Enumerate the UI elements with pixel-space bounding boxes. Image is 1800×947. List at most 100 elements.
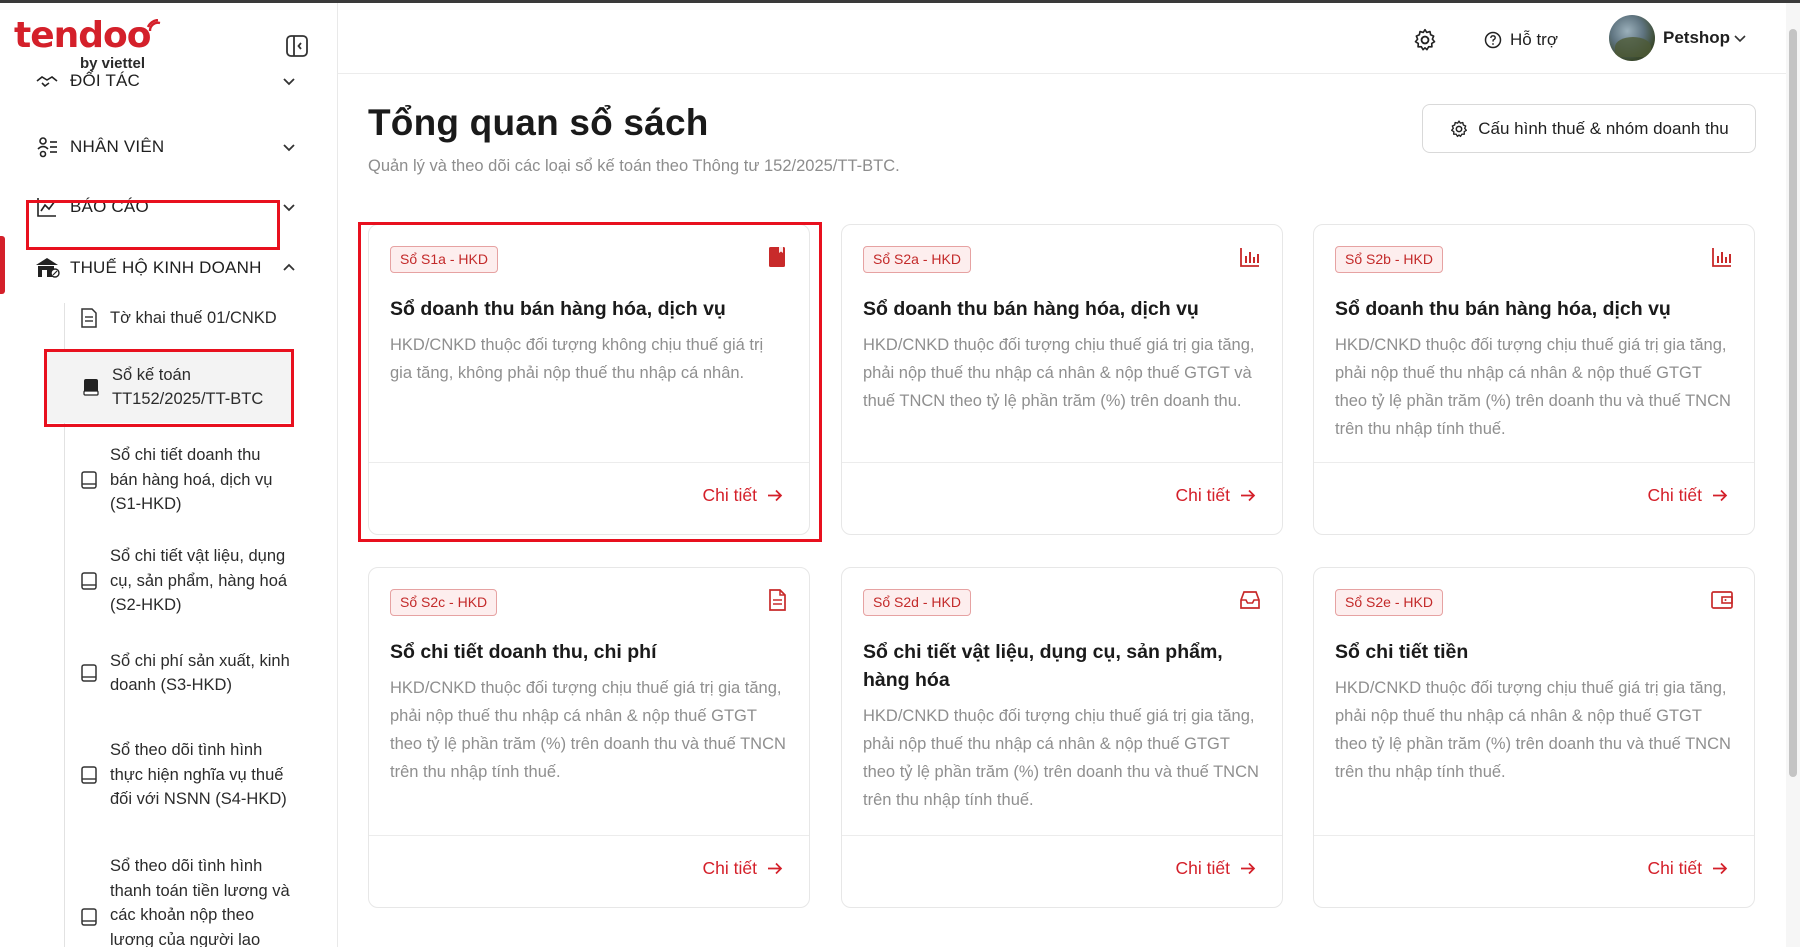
chevron-up-icon xyxy=(283,263,295,271)
sidebar-item-label: Sổ chi tiết vật liệu, dụng cụ, sản phẩm,… xyxy=(110,547,288,615)
card-footer: Chi tiết xyxy=(369,835,809,907)
ledger-card-s2e: Sổ S2e - HKD Sổ chi tiết tiền HKD/CNKD t… xyxy=(1313,567,1755,908)
ledger-card-s2c: Sổ S2c - HKD Sổ chi tiết doanh thu, chi … xyxy=(368,567,810,908)
ledger-badge: Sổ S2b - HKD xyxy=(1335,246,1443,273)
sidebar-group-label: ĐỐI TÁC xyxy=(70,71,141,90)
sidebar-item-label: Tờ khai thuế 01/CNKD xyxy=(110,308,277,327)
sidebar-collapse-icon[interactable] xyxy=(284,33,310,59)
sidebar-item-s2-hkd[interactable]: Sổ chi tiết vật liệu, dụng cụ, sản phẩm,… xyxy=(78,544,308,618)
help-label: Hỗ trợ xyxy=(1510,30,1558,49)
staff-icon xyxy=(34,134,60,160)
ledger-badge: Sổ S2e - HKD xyxy=(1335,589,1443,616)
detail-label: Chi tiết xyxy=(702,858,757,878)
document-icon xyxy=(769,589,786,611)
help-circle-icon xyxy=(1484,31,1502,49)
scrollbar-thumb[interactable] xyxy=(1789,29,1797,777)
book-outline-icon xyxy=(78,570,100,592)
ledger-description: HKD/CNKD thuộc đối tượng chịu thuế giá t… xyxy=(863,336,1255,410)
book-icon xyxy=(80,376,102,398)
ledger-description: HKD/CNKD thuộc đối tượng chịu thuế giá t… xyxy=(1335,679,1731,781)
sidebar-group-label: BÁO CÁO xyxy=(70,197,149,216)
ledger-badge: Sổ S1a - HKD xyxy=(390,246,498,273)
sidebar-group-doi-tac[interactable]: ĐỐI TÁC xyxy=(34,69,304,109)
tax-config-label: Cấu hình thuế & nhóm doanh thu xyxy=(1478,118,1729,138)
detail-label: Chi tiết xyxy=(1175,485,1230,505)
book-outline-icon xyxy=(78,764,100,786)
line-chart-icon xyxy=(34,194,60,220)
book-icon xyxy=(769,247,785,267)
detail-link[interactable]: Chi tiết xyxy=(1648,858,1728,879)
sidebar: tendoo by viettel ĐỐI TÁC NHÂN VIÊN BÁO … xyxy=(0,3,338,947)
sidebar-item-s1-hkd[interactable]: Sổ chi tiết doanh thu bán hàng hoá, dịch… xyxy=(78,443,308,517)
detail-link[interactable]: Chi tiết xyxy=(703,485,783,506)
ledger-title: Sổ chi tiết tiền xyxy=(1335,641,1469,663)
inbox-icon xyxy=(1240,591,1260,609)
card-footer: Chi tiết xyxy=(1314,462,1754,534)
page-title: Tổng quan sổ sách xyxy=(368,102,709,143)
detail-link[interactable]: Chi tiết xyxy=(1176,485,1256,506)
top-header: Hỗ trợ Petshop xyxy=(338,3,1786,74)
user-name: Petshop xyxy=(1663,28,1731,47)
card-footer: Chi tiết xyxy=(1314,835,1754,907)
ledger-title: Sổ doanh thu bán hàng hóa, dịch vụ xyxy=(390,298,726,320)
ledger-title: Sổ chi tiết doanh thu, chi phí xyxy=(390,641,657,663)
handshake-icon xyxy=(34,68,60,94)
sidebar-item-label: Sổ theo dõi tình hình thực hiện nghĩa vụ… xyxy=(110,741,287,809)
tax-config-button[interactable]: Cấu hình thuế & nhóm doanh thu xyxy=(1422,104,1756,153)
arrow-right-icon xyxy=(1713,862,1728,875)
sidebar-item-label: Sổ theo dõi tình hình thanh toán tiền lư… xyxy=(110,857,290,947)
ledger-badge: Sổ S2a - HKD xyxy=(863,246,971,273)
settings-gear-icon xyxy=(1451,119,1468,137)
ledger-title: Sổ chi tiết vật liệu, dụng cụ, sản phẩm,… xyxy=(863,641,1223,691)
page-scrollbar[interactable] xyxy=(1786,3,1800,947)
card-footer: Chi tiết xyxy=(842,835,1282,907)
tax-store-icon xyxy=(34,255,60,281)
detail-label: Chi tiết xyxy=(1175,858,1230,878)
sidebar-item-label: Sổ chi phí sản xuất, kinh doanh (S3-HKD) xyxy=(110,651,290,695)
detail-link[interactable]: Chi tiết xyxy=(1648,485,1728,506)
sidebar-item-s3-hkd[interactable]: Sổ chi phí sản xuất, kinh doanh (S3-HKD) xyxy=(78,648,308,698)
sidebar-item-so-ke-toan[interactable]: Sổ kế toán TT152/2025/TT-BTC xyxy=(44,351,294,423)
chevron-down-icon xyxy=(283,204,295,212)
sidebar-group-label: THUẾ HỘ KINH DOANH xyxy=(70,258,262,277)
ledger-badge: Sổ S2d - HKD xyxy=(863,589,971,616)
sidebar-group-nhan-vien[interactable]: NHÂN VIÊN xyxy=(34,127,304,167)
arrow-right-icon xyxy=(768,489,783,502)
sidebar-item-label: Sổ kế toán TT152/2025/TT-BTC xyxy=(112,365,264,409)
ledger-card-s2d: Sổ S2d - HKD Sổ chi tiết vật liệu, dụng … xyxy=(841,567,1283,908)
chevron-down-icon xyxy=(283,78,295,86)
book-outline-icon xyxy=(78,906,100,928)
sidebar-group-thue-ho-kinh-doanh[interactable]: THUẾ HỘ KINH DOANH xyxy=(34,248,304,288)
sidebar-item-to-khai-thue[interactable]: Tờ khai thuế 01/CNKD xyxy=(78,301,308,335)
ledger-title: Sổ doanh thu bán hàng hóa, dịch vụ xyxy=(863,298,1199,320)
active-indicator xyxy=(0,236,5,294)
book-outline-icon xyxy=(78,662,100,684)
document-icon xyxy=(78,307,100,329)
ledger-title: Sổ doanh thu bán hàng hóa, dịch vụ xyxy=(1335,298,1671,320)
sidebar-item-s5-hkd[interactable]: Sổ theo dõi tình hình thanh toán tiền lư… xyxy=(78,854,308,947)
detail-link[interactable]: Chi tiết xyxy=(1176,858,1256,879)
ledger-description: HKD/CNKD thuộc đối tượng không chịu thuế… xyxy=(390,336,764,382)
sidebar-group-bao-cao[interactable]: BÁO CÁO xyxy=(34,187,304,227)
ledger-card-s1a: Sổ S1a - HKD Sổ doanh thu bán hàng hóa, … xyxy=(368,224,810,535)
settings-gear-icon[interactable] xyxy=(1412,27,1438,53)
ledger-card-s2a: Sổ S2a - HKD Sổ doanh thu bán hàng hóa, … xyxy=(841,224,1283,535)
user-menu[interactable]: Petshop xyxy=(1609,14,1748,62)
wallet-icon xyxy=(1711,591,1733,609)
detail-link[interactable]: Chi tiết xyxy=(703,858,783,879)
ledger-description: HKD/CNKD thuộc đối tượng chịu thuế giá t… xyxy=(1335,336,1731,438)
sidebar-item-s4-hkd[interactable]: Sổ theo dõi tình hình thực hiện nghĩa vụ… xyxy=(78,725,308,825)
avatar xyxy=(1609,15,1655,61)
arrow-right-icon xyxy=(1241,489,1256,502)
card-footer: Chi tiết xyxy=(369,462,809,534)
help-link[interactable]: Hỗ trợ xyxy=(1484,27,1558,53)
chevron-down-icon xyxy=(1734,35,1746,43)
ledger-card-s2b: Sổ S2b - HKD Sổ doanh thu bán hàng hóa, … xyxy=(1313,224,1755,535)
bar-chart-icon xyxy=(1240,248,1259,267)
sidebar-group-label: NHÂN VIÊN xyxy=(70,137,165,156)
ledger-badge: Sổ S2c - HKD xyxy=(390,589,498,616)
arrow-right-icon xyxy=(1241,862,1256,875)
arrow-right-icon xyxy=(768,862,783,875)
book-outline-icon xyxy=(78,469,100,491)
detail-label: Chi tiết xyxy=(702,485,757,505)
